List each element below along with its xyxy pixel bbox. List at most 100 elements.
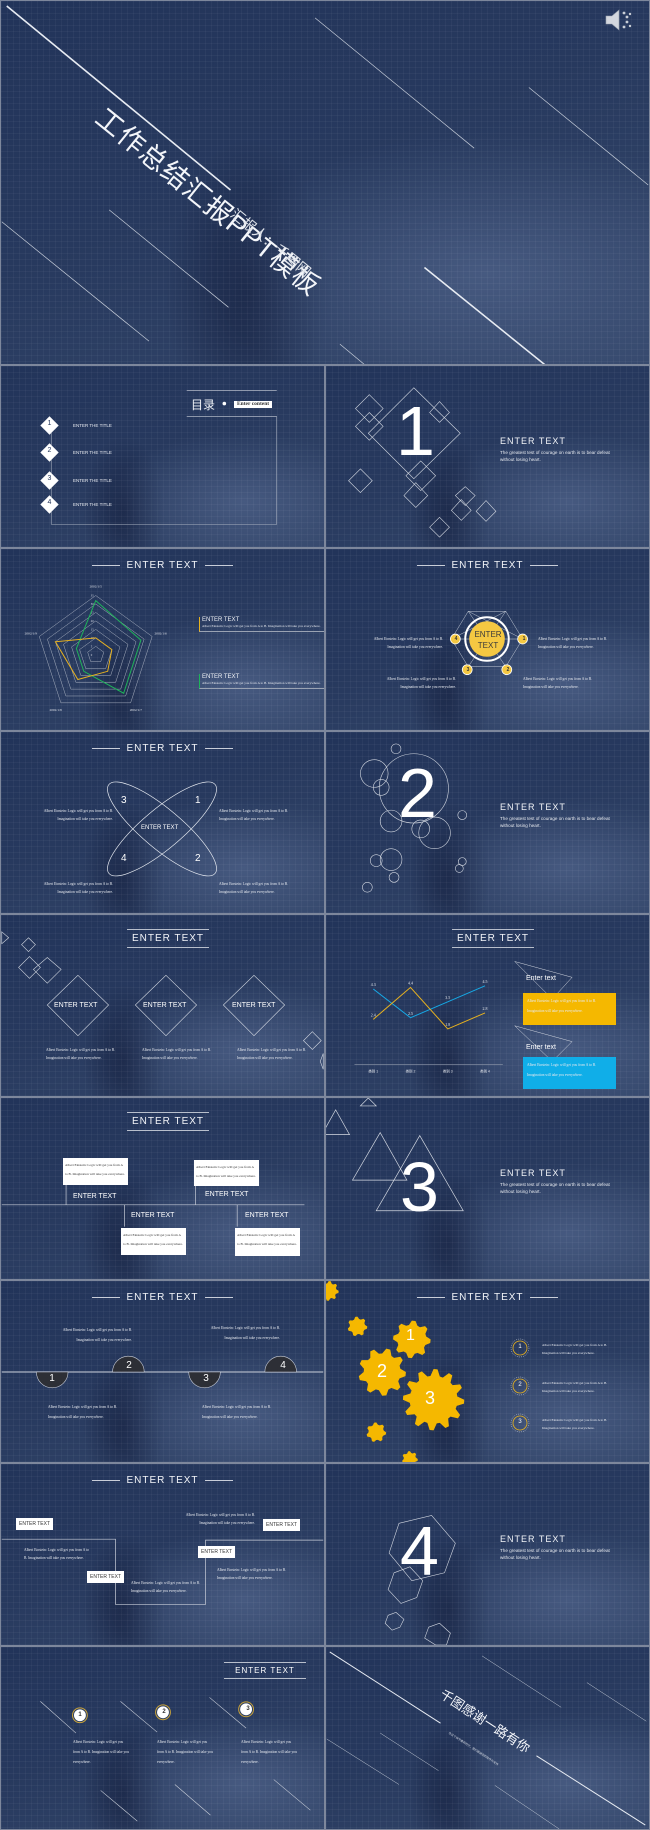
- radar-note-1: ENTER TEXT Albert Einstein: Logic will g…: [199, 617, 324, 632]
- step-text-2: Albert Einstein: Logic will get you from…: [62, 1328, 132, 1342]
- column-num-2: 2: [162, 1709, 166, 1715]
- ellipse-text-1: Albert Einstein: Logic will get you from…: [219, 809, 289, 821]
- radar-chart: 051015202530352002/1/52002/1/62002/1/720…: [25, 585, 168, 712]
- speaker-icon[interactable]: [604, 6, 634, 34]
- ellipse-text-2: Albert Einstein: Logic will get you from…: [219, 882, 289, 894]
- contents-heading: 目录: [191, 398, 216, 412]
- card-title-1: Enter text: [526, 975, 556, 982]
- gear-num-3: 3: [425, 1388, 436, 1408]
- radar-axis-label: 2002/1/9: [25, 632, 38, 636]
- slide-ellipses: ENTER TEXT 3 1 4 2 ENTER TEXT Albert Ein…: [0, 731, 325, 914]
- radar-axis-label: 2002/1/6: [155, 632, 168, 636]
- section-desc: The greatest test of courage on earth is…: [500, 1548, 610, 1560]
- radar-axis-label: 2002/1/5: [90, 585, 103, 589]
- section-number: 1: [396, 392, 435, 470]
- hex-text-2: Albert Einstein: Logic will get you from…: [523, 677, 593, 689]
- radar-grid-ring: [39, 595, 153, 704]
- slide-contents: 目录 Enter content 1 ENTER THE TITLE 2 ENT…: [0, 365, 325, 548]
- hex-node-3: 3: [466, 667, 470, 673]
- timeline-card-3: Albert Einstein: Logic will get you from…: [194, 1160, 259, 1186]
- step-num-3: 3: [203, 1373, 209, 1384]
- diamond-label-2: ENTER TEXT: [143, 1002, 187, 1009]
- ellipse-num-1: 1: [195, 795, 201, 806]
- section-title: ENTER TEXT: [500, 802, 566, 812]
- step-tag-1: ENTER TEXT: [16, 1518, 54, 1530]
- step-desc-2: Albert Einstein: Logic will get you from…: [131, 1581, 201, 1593]
- section-number: 2: [398, 754, 437, 832]
- radar-tick-label: 35: [91, 593, 94, 597]
- hex-node-4: 4: [454, 636, 458, 642]
- slide-gears: ENTER TEXT 1 2 3 1 Albert Einstein: Logi…: [325, 1280, 650, 1463]
- step-desc-1: Albert Einstein: Logic will get you from…: [24, 1548, 89, 1560]
- column-text-1: Albert Einstein: Logic will get you from…: [73, 1740, 129, 1764]
- contents-badge: Enter content: [234, 401, 273, 408]
- section-desc: The greatest test of courage on earth is…: [500, 816, 610, 828]
- diamond-label-1: ENTER TEXT: [54, 1002, 98, 1009]
- hex-center-label: ENTER TEXT: [474, 630, 502, 650]
- step-tag-2: ENTER TEXT: [87, 1571, 125, 1583]
- hex-text-4: Albert Einstein: Logic will get you from…: [373, 637, 443, 649]
- slide-timeline: ENTER TEXT Albert Einstein: Logic will g…: [0, 1097, 325, 1280]
- step-num-2: 2: [126, 1360, 132, 1371]
- section-number: 3: [400, 1148, 439, 1226]
- gear-icon: [402, 1451, 418, 1462]
- ellipse-num-3: 3: [121, 795, 127, 806]
- gear-icon: [366, 1422, 387, 1442]
- timeline-label-4: ENTER TEXT: [245, 1212, 289, 1219]
- hex-text-1: Albert Einstein: Logic will get you from…: [538, 637, 608, 649]
- slide-line-chart: ENTER TEXT 类别 1 类别 2 类别 3 类别 4 4.3 2.5 3.5 4.5 2…: [325, 914, 650, 1097]
- slide-steps: ENTER TEXT ENTER TEXT ENTER TEXT ENTER T…: [0, 1463, 325, 1646]
- diamond-text-2: Albert Einstein: Logic will get you from…: [142, 1048, 212, 1060]
- timeline-label-3: ENTER TEXT: [205, 1191, 249, 1198]
- column-num-1: 1: [78, 1712, 82, 1718]
- column-text-3: Albert Einstein: Logic will get you from…: [241, 1740, 297, 1764]
- slide-section-2: 2 ENTER TEXT The greatest test of courag…: [325, 731, 650, 914]
- gear-num-2: 2: [377, 1361, 388, 1381]
- slide-section-1: 1 ENTER TEXT The greatest test of courag…: [325, 365, 650, 548]
- section-desc: The greatest test of courage on earth is…: [500, 1182, 610, 1194]
- section-desc: The greatest test of courage on earth is…: [500, 450, 610, 462]
- radar-axis-label: 2002/1/8: [49, 708, 62, 712]
- slide-semicircles: ENTER TEXT 1 2 3 4 Albert Einstein: Logi…: [0, 1280, 325, 1463]
- step-tag-3: ENTER TEXT: [198, 1546, 236, 1558]
- radar-tick-label: 0: [91, 653, 93, 657]
- timeline-card-1: Albert Einstein: Logic will get you from…: [63, 1158, 128, 1185]
- slide-section-4: 4 ENTER TEXT The greatest test of courag…: [325, 1463, 650, 1646]
- gear-num-1: 1: [406, 1327, 415, 1344]
- diagonal-lines: [1, 5, 649, 364]
- radar-note-2: ENTER TEXT Albert Einstein: Logic will g…: [199, 674, 324, 689]
- timeline-label-1: ENTER TEXT: [73, 1193, 117, 1200]
- card-2: Albert Einstein: Logic will get you from…: [523, 1057, 616, 1089]
- ellipse-num-4: 4: [121, 853, 127, 864]
- step-num-1: 1: [49, 1373, 55, 1384]
- hex-node-2: 2: [506, 667, 510, 673]
- radar-axis-label: 2002/1/7: [130, 708, 143, 712]
- ellipse-text-4: Albert Einstein: Logic will get you from…: [43, 882, 113, 894]
- section-title: ENTER TEXT: [500, 1168, 566, 1178]
- card-title-2: Enter text: [526, 1044, 556, 1051]
- section-title: ENTER TEXT: [500, 1534, 566, 1544]
- step-text-4: Albert Einstein: Logic will get you from…: [210, 1326, 280, 1340]
- ellipse-num-2: 2: [195, 853, 201, 864]
- slide-hex-circle: ENTER TEXT ENTER TEXT 1 2 3 4 Albert Ein…: [325, 548, 650, 731]
- step-desc-3: Albert Einstein: Logic will get you from…: [217, 1568, 287, 1580]
- slide-section-3: 3 ENTER TEXT The greatest test of courag…: [325, 1097, 650, 1280]
- card-1: Albert Einstein: Logic will get you from…: [523, 993, 616, 1025]
- step-desc-4: Albert Einstein: Logic will get you from…: [185, 1513, 255, 1525]
- timeline-label-2: ENTER TEXT: [131, 1212, 175, 1219]
- radar-tick-label: 15: [91, 627, 94, 631]
- gear-icon: [347, 1316, 368, 1337]
- step-text-1: Albert Einstein: Logic will get you from…: [48, 1405, 118, 1419]
- ellipse-text-3: Albert Einstein: Logic will get you from…: [43, 809, 113, 821]
- gear-icon: [326, 1281, 339, 1301]
- slide-diamonds: ENTER TEXT ENTER TEXT ENTER TEXT ENTER T…: [0, 914, 325, 1097]
- column-text-2: Albert Einstein: Logic will get you from…: [157, 1740, 213, 1764]
- slide-cover: 工作总结汇报PPT模板 汇报人：千图网: [0, 0, 650, 365]
- ellipse-center-label: ENTER TEXT: [141, 825, 179, 831]
- radar-tick-label: 5: [91, 644, 93, 648]
- hex-text-3: Albert Einstein: Logic will get you from…: [386, 677, 456, 689]
- section-number: 4: [400, 1512, 439, 1590]
- section-title: ENTER TEXT: [500, 436, 566, 446]
- diamond-text-1: Albert Einstein: Logic will get you from…: [46, 1048, 116, 1060]
- timeline-card-4: Albert Einstein: Logic will get you from…: [235, 1228, 300, 1256]
